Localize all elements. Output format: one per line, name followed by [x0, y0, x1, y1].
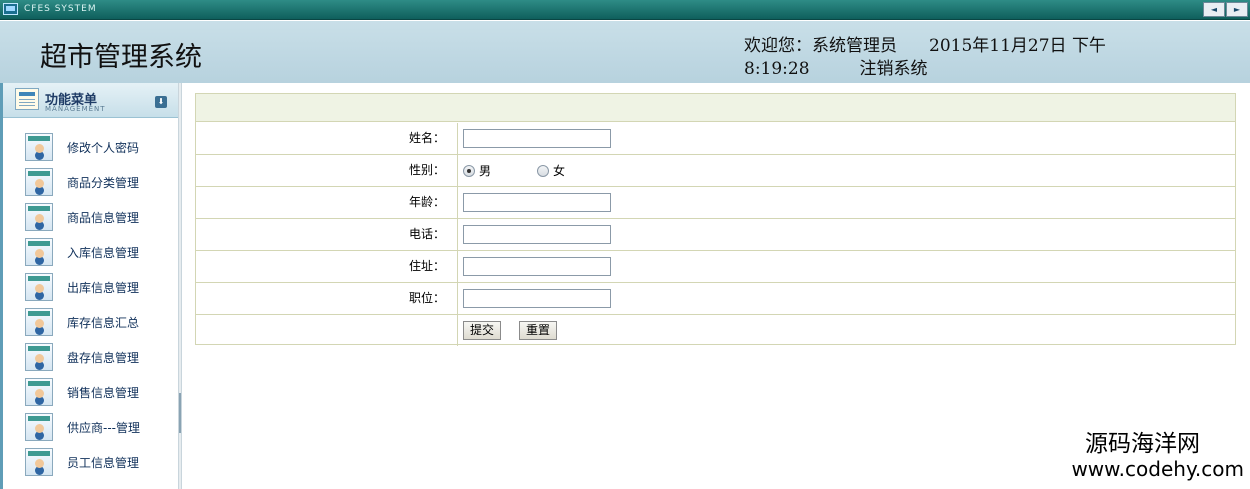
- user-name: 系统管理员: [812, 36, 897, 56]
- sidebar-item-label: 销售信息管理: [67, 385, 140, 400]
- watermark-cn: 源码海洋网: [1085, 431, 1200, 457]
- actions-label-cell: [196, 315, 458, 346]
- user-card-icon: [25, 168, 53, 196]
- sidebar-item-label: 商品分类管理: [67, 175, 140, 190]
- phone-input[interactable]: [463, 225, 611, 244]
- user-card-icon: [25, 378, 53, 406]
- current-ampm: 下午: [1071, 36, 1106, 56]
- sidebar-item-stock-in[interactable]: 入库信息管理: [25, 237, 175, 267]
- current-date: 2015年11月27日: [929, 36, 1067, 56]
- user-card-icon: [25, 448, 53, 476]
- sidebar-item-employee[interactable]: 员工信息管理: [25, 447, 175, 477]
- gender-male-label: 男: [479, 164, 492, 178]
- sidebar-item-supplier[interactable]: 供应商---管理: [25, 412, 175, 442]
- logout-link[interactable]: 注销系统: [860, 59, 928, 79]
- nav-next-button[interactable]: ►: [1226, 2, 1248, 17]
- form-row-phone: 电话：: [196, 219, 1235, 251]
- sidebar-item-label: 出库信息管理: [67, 280, 140, 295]
- welcome-info: 欢迎您：系统管理员 2015年11月27日 下午 8:19:28 注销系统: [744, 35, 1184, 81]
- user-card-icon: [25, 308, 53, 336]
- user-card-icon: [25, 133, 53, 161]
- watermark: 源码海洋网 www.codehy.com: [1071, 431, 1244, 481]
- sidebar-item-stocktaking[interactable]: 盘存信息管理: [25, 342, 175, 372]
- name-input[interactable]: [463, 129, 611, 148]
- current-time: 8:19:28: [744, 59, 810, 79]
- phone-label: 电话：: [196, 219, 458, 250]
- age-label: 年龄：: [196, 187, 458, 218]
- form-row-position: 职位：: [196, 283, 1235, 315]
- sidebar-item-stock-out[interactable]: 出库信息管理: [25, 272, 175, 302]
- form-header-bar: [196, 94, 1235, 122]
- sidebar-item-label: 商品信息管理: [67, 210, 140, 225]
- app-title: 超市管理系统: [40, 42, 202, 73]
- gender-male-radio[interactable]: [463, 164, 475, 177]
- address-label: 住址：: [196, 251, 458, 282]
- form-row-actions: 提交 重置: [196, 315, 1235, 347]
- user-card-icon: [25, 273, 53, 301]
- form-row-address: 住址：: [196, 251, 1235, 283]
- sidebar-item-change-password[interactable]: 修改个人密码: [25, 132, 175, 162]
- submit-button[interactable]: 提交: [463, 321, 502, 340]
- sidebar-item-label: 供应商---管理: [67, 420, 140, 435]
- position-label: 职位：: [196, 283, 458, 314]
- age-input[interactable]: [463, 193, 611, 212]
- form-row-age: 年龄：: [196, 187, 1235, 219]
- collapse-icon[interactable]: ⬇: [155, 96, 167, 108]
- sidebar-item-label: 盘存信息管理: [67, 350, 140, 365]
- employee-form: 姓名： 性别： 男 女 年龄： 电话： 住址： 职位： 提交 重置: [195, 93, 1236, 347]
- user-card-icon: [25, 203, 53, 231]
- sidebar-item-category[interactable]: 商品分类管理: [25, 167, 175, 197]
- sidebar-item-label: 库存信息汇总: [67, 315, 140, 330]
- welcome-label: 欢迎您：: [744, 36, 812, 56]
- sidebar-item-label: 入库信息管理: [67, 245, 140, 260]
- sidebar: 功能菜单 MANAGEMENT ⬇ 修改个人密码 商品分类管理 商品信息管理 入…: [0, 83, 178, 489]
- name-label: 姓名：: [196, 123, 458, 154]
- user-card-icon: [25, 413, 53, 441]
- gender-female-radio[interactable]: [537, 164, 550, 177]
- gender-female-label: 女: [553, 164, 566, 178]
- system-title: CFES SYSTEM: [24, 4, 97, 14]
- watermark-url: www.codehy.com: [1071, 457, 1244, 481]
- system-nav: ◄ ►: [1203, 2, 1248, 17]
- user-card-icon: [25, 343, 53, 371]
- sidebar-item-inventory-summary[interactable]: 库存信息汇总: [25, 307, 175, 337]
- position-input[interactable]: [463, 289, 611, 308]
- splitter-grip[interactable]: [179, 393, 181, 433]
- sidebar-item-product[interactable]: 商品信息管理: [25, 202, 175, 232]
- system-bar: CFES SYSTEM ◄ ►: [0, 0, 1250, 20]
- form-row-gender: 性别： 男 女: [196, 155, 1235, 187]
- menu-list-icon: [15, 88, 39, 110]
- sidebar-item-sales[interactable]: 销售信息管理: [25, 377, 175, 407]
- sidebar-item-label: 员工信息管理: [67, 455, 140, 470]
- user-card-icon: [25, 238, 53, 266]
- menu-header[interactable]: 功能菜单 MANAGEMENT ⬇: [3, 83, 178, 118]
- app-header: 超市管理系统 欢迎您：系统管理员 2015年11月27日 下午 8:19:28 注销…: [0, 21, 1250, 83]
- form-row-name: 姓名：: [196, 123, 1235, 155]
- menu-subtitle: MANAGEMENT: [45, 105, 106, 113]
- reset-button[interactable]: 重置: [519, 321, 558, 340]
- sidebar-item-label: 修改个人密码: [67, 140, 140, 155]
- nav-prev-button[interactable]: ◄: [1203, 2, 1225, 17]
- system-logo-icon: [3, 3, 18, 15]
- gender-label: 性别：: [196, 155, 458, 186]
- address-input[interactable]: [463, 257, 611, 276]
- sidebar-splitter[interactable]: [178, 83, 182, 489]
